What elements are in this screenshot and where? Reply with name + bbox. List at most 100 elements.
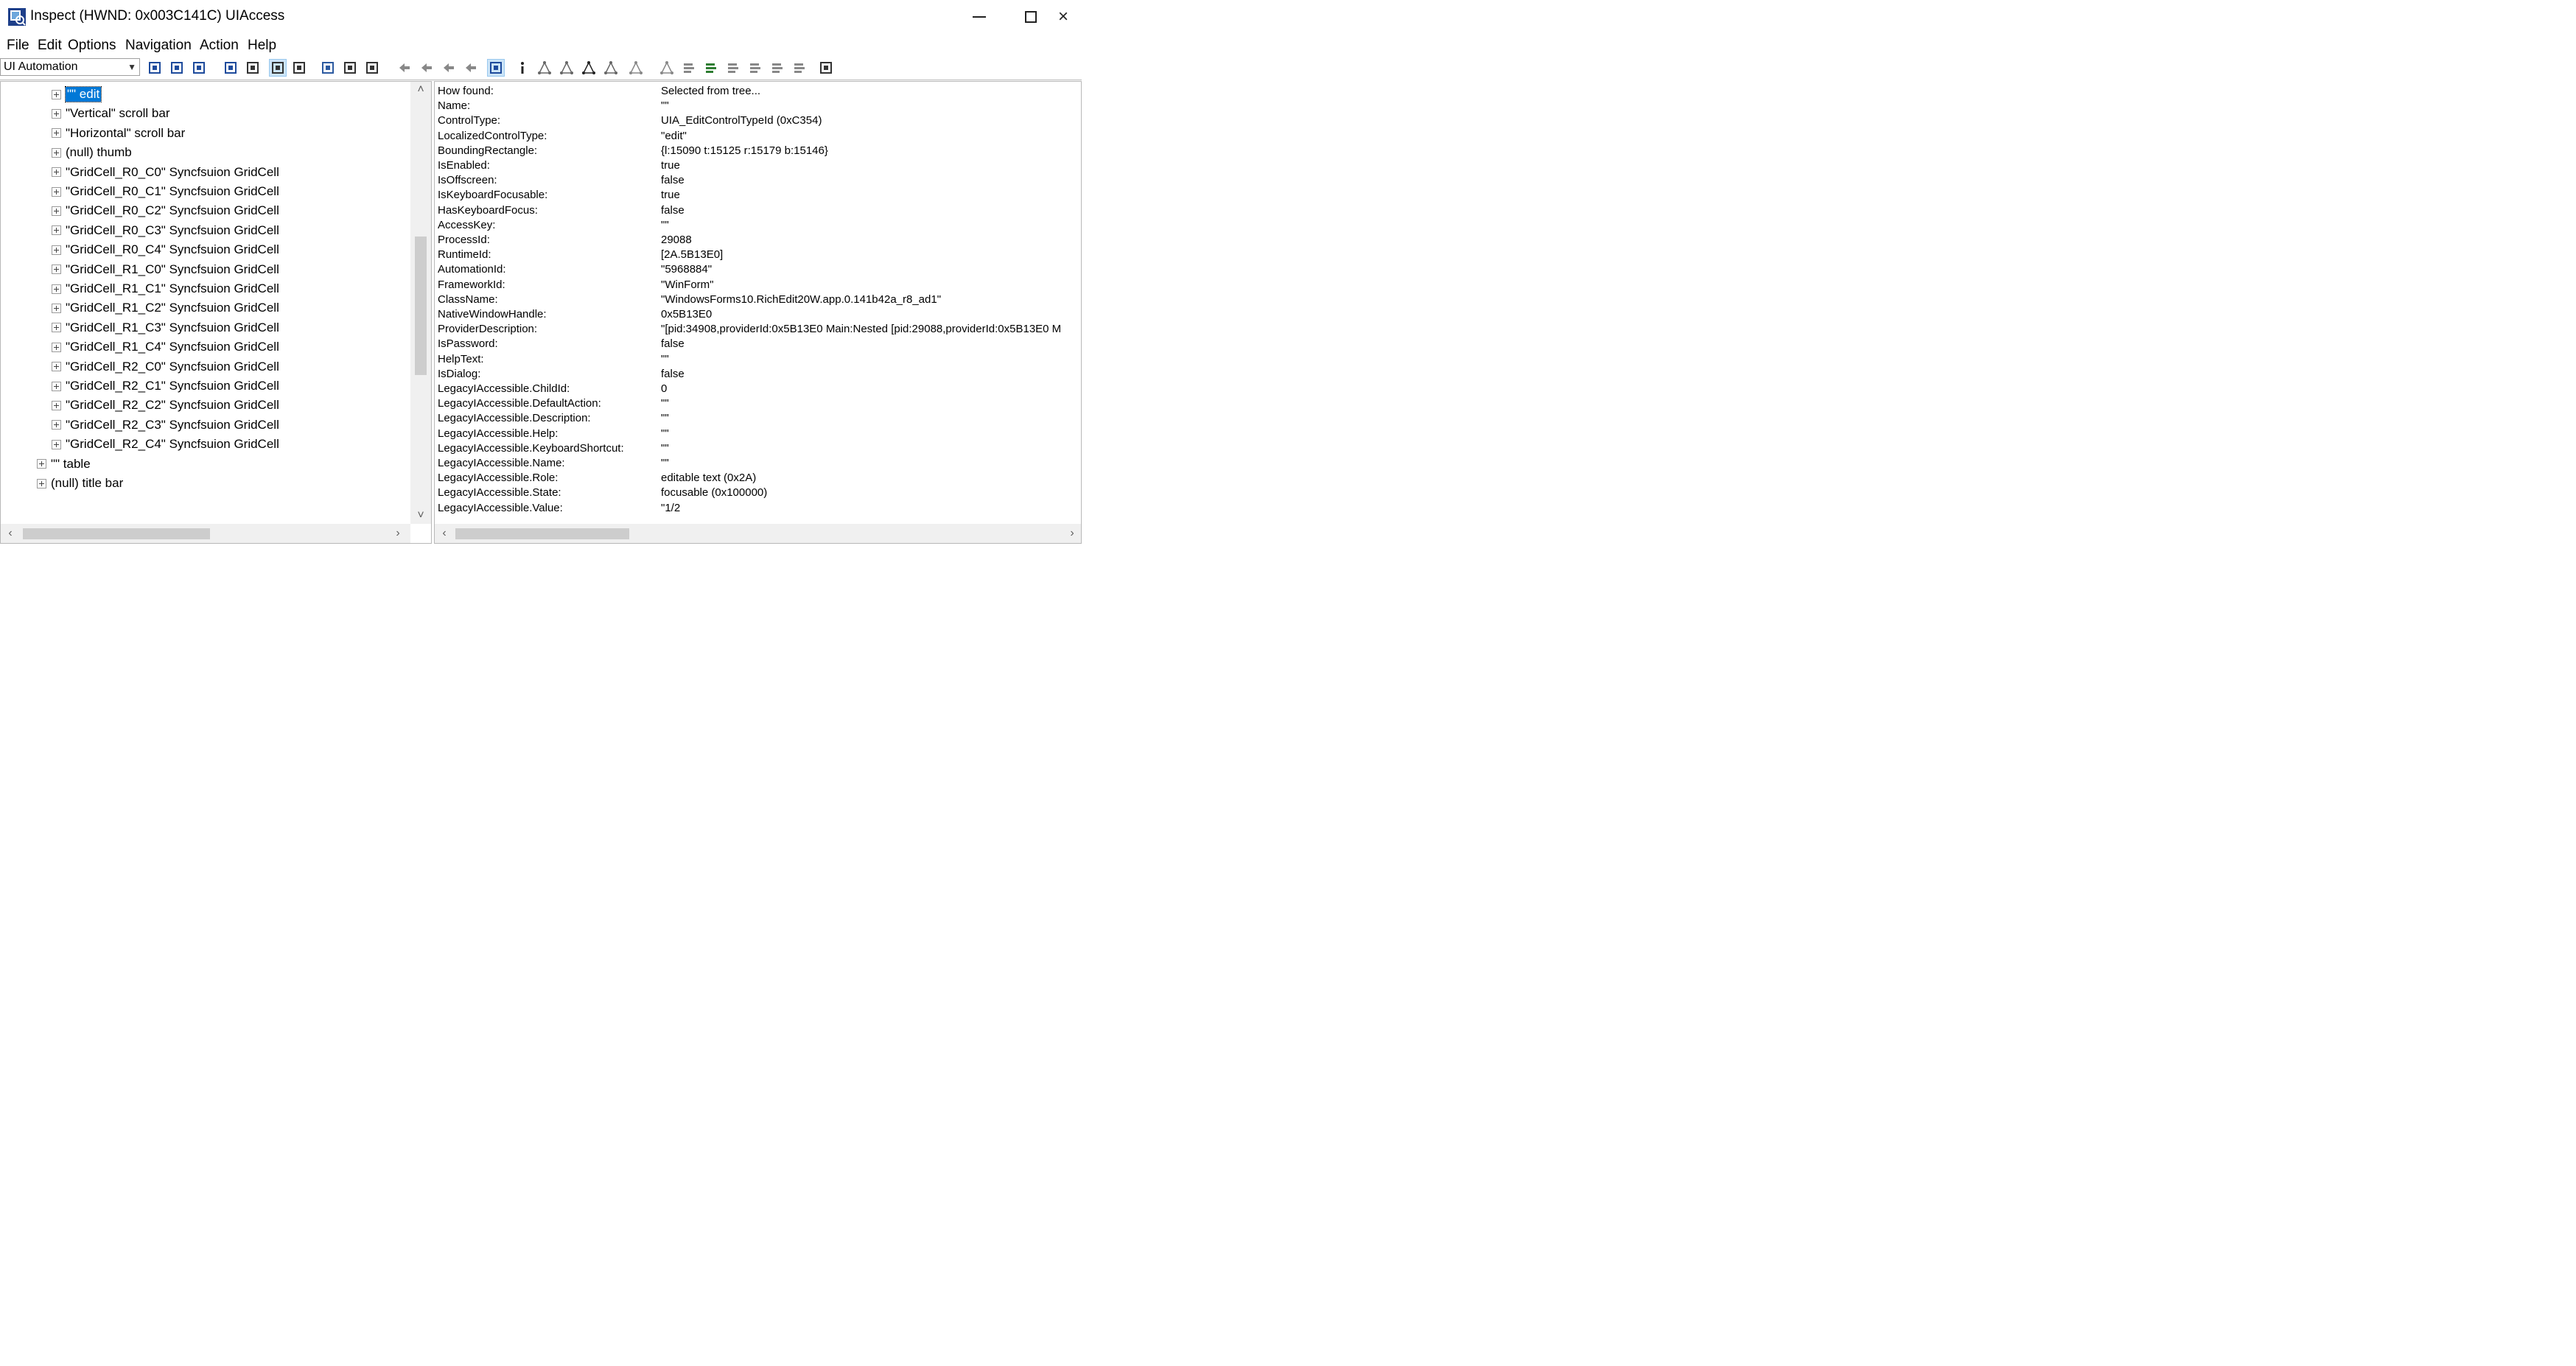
tree-item[interactable]: "GridCell_R2_C2" Syncfsuion GridCell — [52, 396, 279, 415]
scroll-up-arrow-icon[interactable]: ˄ — [414, 83, 427, 97]
property-row[interactable]: How found: Selected from tree... — [438, 85, 1079, 99]
expand-plus-icon[interactable] — [52, 89, 61, 99]
property-row[interactable]: LegacyIAccessible.State: focusable (0x100… — [438, 486, 1079, 501]
expand-plus-icon[interactable] — [52, 128, 61, 139]
tree-item[interactable]: "GridCell_R0_C2" Syncfsuion GridCell — [52, 201, 279, 220]
tree-item[interactable]: "GridCell_R2_C1" Syncfsuion GridCell — [52, 376, 279, 396]
tree-item[interactable]: "GridCell_R2_C4" Syncfsuion GridCell — [52, 435, 279, 454]
property-row[interactable]: ProcessId: 29088 — [438, 234, 1079, 248]
tree-item[interactable]: "GridCell_R2_C3" Syncfsuion GridCell — [52, 416, 279, 435]
property-row[interactable]: LegacyIAccessible.Role: editable text (0x… — [438, 472, 1079, 486]
expand-plus-icon[interactable] — [52, 225, 61, 236]
property-row[interactable]: LegacyIAccessible.KeyboardShortcut: "" — [438, 442, 1079, 457]
property-row[interactable]: NativeWindowHandle: 0x5B13E0 — [438, 308, 1079, 323]
expand-plus-icon[interactable] — [52, 362, 61, 372]
scroll-down-arrow-icon[interactable]: ˅ — [414, 509, 427, 522]
property-row[interactable]: HasKeyboardFocus: false — [438, 204, 1079, 219]
expand-plus-icon[interactable] — [52, 245, 61, 255]
screenshot-icon[interactable] — [190, 59, 208, 77]
expand-plus-icon[interactable] — [52, 167, 61, 178]
refresh-icon[interactable] — [146, 59, 164, 77]
tree-item[interactable]: "" table — [37, 455, 91, 474]
property-row[interactable]: LegacyIAccessible.ChildId: 0 — [438, 382, 1079, 397]
property-row[interactable]: ClassName: "WindowsForms10.RichEdit20W.ap… — [438, 293, 1079, 308]
props-horizontal-scroll-thumb[interactable] — [455, 528, 629, 539]
tree-a-icon[interactable] — [536, 59, 553, 77]
tree-item[interactable]: "GridCell_R1_C2" Syncfsuion GridCell — [52, 298, 279, 318]
property-row[interactable]: LegacyIAccessible.DefaultAction: "" — [438, 397, 1079, 412]
expand-plus-icon[interactable] — [52, 439, 61, 449]
expand-plus-icon[interactable] — [52, 381, 61, 391]
tree-item[interactable]: "Horizontal" scroll bar — [52, 124, 185, 143]
expand-plus-icon[interactable] — [52, 186, 61, 197]
tree-horizontal-scrollbar[interactable]: ‹ › — [1, 524, 410, 543]
action-d-icon[interactable] — [746, 59, 764, 77]
property-row[interactable]: IsDialog: false — [438, 368, 1079, 382]
tree-vertical-scroll-thumb[interactable] — [415, 237, 427, 375]
property-row[interactable]: LegacyIAccessible.Value: "1/2 — [438, 502, 1079, 516]
minimize-button[interactable] — [953, 0, 1005, 34]
tree-item[interactable]: "GridCell_R0_C3" Syncfsuion GridCell — [52, 221, 279, 240]
action-a-icon[interactable] — [680, 59, 698, 77]
property-row[interactable]: LegacyIAccessible.Help: "" — [438, 427, 1079, 442]
highlight-rect-icon[interactable] — [222, 59, 239, 77]
tree-e-icon[interactable] — [627, 59, 645, 77]
expand-plus-icon[interactable] — [52, 265, 61, 275]
property-row[interactable]: RuntimeId: [2A.5B13E0] — [438, 248, 1079, 263]
property-row[interactable]: FrameworkId: "WinForm" — [438, 279, 1079, 293]
tree-vertical-scrollbar[interactable]: ˄ ˅ — [410, 82, 431, 524]
expand-plus-icon[interactable] — [52, 206, 61, 216]
property-row[interactable]: LocalizedControlType: "edit" — [438, 130, 1079, 144]
property-row[interactable]: ProviderDescription: "[pid:34908,provider… — [438, 323, 1079, 337]
pointer-icon[interactable] — [269, 59, 287, 77]
tree-item[interactable]: (null) thumb — [52, 143, 132, 162]
menu-navigation[interactable]: Navigation — [125, 38, 192, 54]
tree-mode-icon[interactable] — [487, 59, 505, 77]
caret-icon[interactable] — [363, 59, 381, 77]
menu-help[interactable]: Help — [248, 38, 276, 54]
properties-pane[interactable]: How found: Selected from tree... Name: "" Co… — [434, 81, 1082, 544]
expand-plus-icon[interactable] — [52, 303, 61, 313]
property-row[interactable]: IsEnabled: true — [438, 159, 1079, 174]
mode-select[interactable]: UI Automation ▼ — [0, 58, 140, 76]
scroll-right-arrow-icon[interactable]: › — [1065, 527, 1079, 540]
property-row[interactable]: IsPassword: false — [438, 337, 1079, 352]
expand-plus-icon[interactable] — [52, 284, 61, 294]
hourglass-icon[interactable] — [341, 59, 359, 77]
tree-item[interactable]: "GridCell_R1_C1" Syncfsuion GridCell — [52, 279, 279, 298]
scroll-left-arrow-icon[interactable]: ‹ — [4, 527, 17, 540]
property-row[interactable]: LegacyIAccessible.Description: "" — [438, 412, 1079, 427]
tree-item[interactable]: "" edit — [52, 85, 102, 104]
text-cursor-icon[interactable] — [244, 59, 262, 77]
sync-icon[interactable] — [817, 59, 835, 77]
info-icon[interactable] — [514, 59, 531, 77]
tree-item[interactable]: "GridCell_R0_C1" Syncfsuion GridCell — [52, 182, 279, 201]
expand-plus-icon[interactable] — [52, 342, 61, 352]
property-row[interactable]: ControlType: UIA_EditControlTypeId (0xC35… — [438, 114, 1079, 129]
property-row[interactable]: IsOffscreen: false — [438, 174, 1079, 189]
nav-last-icon[interactable] — [462, 59, 480, 77]
scroll-left-arrow-icon[interactable]: ‹ — [438, 527, 451, 540]
tree-horizontal-scroll-thumb[interactable] — [23, 528, 210, 539]
nav-next-icon[interactable] — [440, 59, 458, 77]
expand-plus-icon[interactable] — [37, 459, 46, 469]
tree-f-icon[interactable] — [658, 59, 676, 77]
expand-plus-icon[interactable] — [52, 108, 61, 119]
tree-item[interactable]: "GridCell_R1_C4" Syncfsuion GridCell — [52, 337, 279, 357]
scroll-right-arrow-icon[interactable]: › — [391, 527, 405, 540]
action-c-icon[interactable] — [724, 59, 742, 77]
tree-c-icon[interactable] — [580, 59, 598, 77]
expand-plus-icon[interactable] — [52, 323, 61, 333]
copy-icon[interactable] — [168, 59, 186, 77]
menu-options[interactable]: Options — [68, 38, 116, 54]
expand-plus-icon[interactable] — [52, 400, 61, 410]
expand-plus-icon[interactable] — [52, 147, 61, 158]
action-f-icon[interactable] — [791, 59, 808, 77]
tree-b-icon[interactable] — [558, 59, 575, 77]
action-b-icon[interactable] — [702, 59, 720, 77]
tree-item[interactable]: (null) title bar — [37, 474, 123, 493]
expand-plus-icon[interactable] — [52, 420, 61, 430]
expand-plus-icon[interactable] — [37, 478, 46, 488]
property-row[interactable]: AccessKey: "" — [438, 219, 1079, 234]
property-row[interactable]: AutomationId: "5968884" — [438, 263, 1079, 278]
